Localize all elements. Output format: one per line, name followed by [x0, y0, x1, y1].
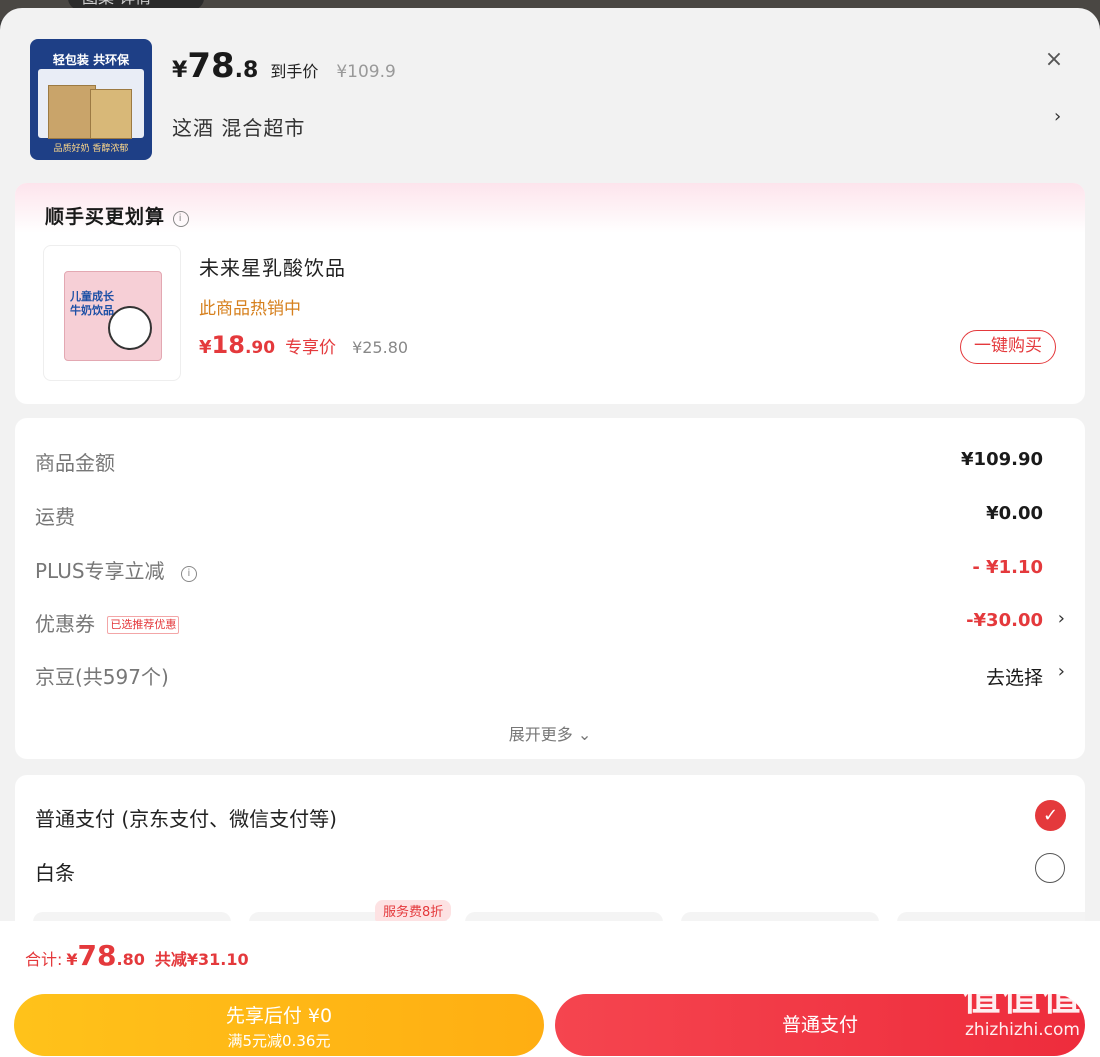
hot-sale-label: 此商品热销中	[199, 299, 301, 319]
chevron-right-icon[interactable]: ›	[1058, 608, 1065, 629]
expand-more-button[interactable]: 展开更多 ⌄	[15, 721, 1085, 745]
exclusive-price-label: 专享价	[285, 338, 337, 358]
total-integer: 78	[77, 939, 117, 972]
shop-name[interactable]: 这酒 混合超市	[172, 112, 305, 141]
summary-row-plus-discount: PLUS专享立减 i - ¥1.10	[35, 555, 1065, 585]
summary-row-coupon[interactable]: 优惠券 已选推荐优惠 -¥30.00 ›	[35, 608, 1065, 638]
original-price: ¥25.80	[352, 338, 409, 357]
currency-symbol: ¥	[172, 58, 188, 83]
price-decimal: .90	[244, 338, 276, 358]
order-total: 合计: ¥ 78 .80 共减¥31.10	[25, 939, 249, 972]
bundle-title-text: 顺手买更划算	[45, 206, 166, 228]
final-price: ¥ 78 .8 到手价 ¥109.9	[172, 46, 396, 86]
total-decimal: .80	[116, 950, 145, 969]
bundle-card: 顺手买更划算 i 儿童成长 牛奶饮品 未来星乳酸饮品 此商品热销中 ¥ 18 .…	[15, 183, 1085, 404]
price-integer: 18	[211, 331, 245, 359]
thumb-box-image	[90, 89, 132, 139]
thumb-tagline: 品质好奶 香醇浓郁	[53, 144, 129, 154]
currency-symbol: ¥	[66, 950, 78, 969]
price-decimal: .8	[234, 58, 259, 83]
summary-value: ¥109.90	[961, 449, 1043, 470]
payment-option-baitiao[interactable]: 白条	[35, 857, 75, 886]
info-icon[interactable]: i	[172, 211, 189, 227]
summary-label: 商品金额	[35, 451, 115, 475]
bundle-product-image[interactable]: 儿童成长 牛奶饮品	[43, 245, 181, 381]
radio-unchecked-icon[interactable]	[1035, 853, 1065, 883]
summary-value: ¥0.00	[986, 503, 1043, 524]
summary-label: 优惠券 已选推荐优惠	[35, 608, 180, 637]
summary-row-jingdou[interactable]: 京豆(共597个) 去选择 ›	[35, 661, 1065, 691]
price-integer: 78	[187, 46, 235, 86]
chevron-right-icon[interactable]: ›	[1058, 661, 1065, 682]
bundle-product-name[interactable]: 未来星乳酸饮品	[199, 252, 346, 281]
summary-value: -¥30.00	[966, 610, 1043, 631]
normal-pay-button[interactable]: 普通支付	[555, 994, 1085, 1056]
bundle-price: ¥ 18 .90 专享价 ¥25.80	[199, 331, 408, 359]
summary-label: 京豆(共597个)	[35, 665, 169, 689]
checkout-sheet: 轻包装 共环保 品质好奶 香醇浓郁 ¥ 78 .8 到手价 ¥109.9 这酒 …	[0, 8, 1100, 1057]
pay-later-button[interactable]: 先享后付 ¥0 满5元减0.36元	[14, 994, 544, 1056]
summary-row-shipping: 运费 ¥0.00	[35, 501, 1065, 531]
radio-checked-icon[interactable]: ✓	[1035, 800, 1066, 831]
checkout-bottom-bar: 合计: ¥ 78 .80 共减¥31.10 先享后付 ¥0 满5元减0.36元 …	[0, 921, 1100, 1057]
total-label: 合计:	[25, 950, 63, 969]
bundle-title: 顺手买更划算 i	[45, 202, 189, 229]
info-icon[interactable]: i	[180, 566, 197, 582]
total-saved: 共减¥31.10	[154, 950, 249, 969]
coupon-label: 优惠券	[35, 612, 95, 636]
one-click-buy-button[interactable]: 一键购买	[960, 330, 1056, 364]
chevron-right-icon[interactable]: ›	[1054, 106, 1061, 127]
thumb-slogan: 轻包装 共环保	[52, 53, 130, 67]
pay-later-title: 先享后付 ¥0	[225, 1005, 333, 1027]
cow-mascot-icon	[108, 306, 152, 350]
summary-value: - ¥1.10	[972, 557, 1043, 578]
summary-label: PLUS专享立减 i	[35, 555, 197, 584]
currency-symbol: ¥	[199, 337, 212, 358]
product-box-text: 儿童成长 牛奶饮品	[70, 290, 114, 317]
payment-option-normal[interactable]: 普通支付 (京东支付、微信支付等)	[35, 803, 337, 832]
close-icon[interactable]: ×	[1040, 46, 1068, 74]
summary-row-goods-amount: 商品金额 ¥109.90	[35, 447, 1065, 477]
original-price: ¥109.9	[336, 62, 396, 82]
summary-label: 运费	[35, 505, 75, 529]
order-summary-card: 商品金额 ¥109.90 运费 ¥0.00 PLUS专享立减 i - ¥1.10…	[15, 418, 1085, 759]
plus-discount-label: PLUS专享立减	[35, 559, 165, 583]
thumb-box-image	[48, 85, 96, 139]
product-thumbnail: 轻包装 共环保 品质好奶 香醇浓郁	[30, 39, 152, 160]
pay-later-promo: 满5元减0.36元	[227, 1032, 331, 1050]
service-fee-tag: 服务费8折	[375, 900, 452, 921]
final-price-label: 到手价	[270, 62, 319, 81]
recommended-badge: 已选推荐优惠	[107, 616, 180, 634]
summary-value[interactable]: 去选择	[986, 663, 1043, 690]
